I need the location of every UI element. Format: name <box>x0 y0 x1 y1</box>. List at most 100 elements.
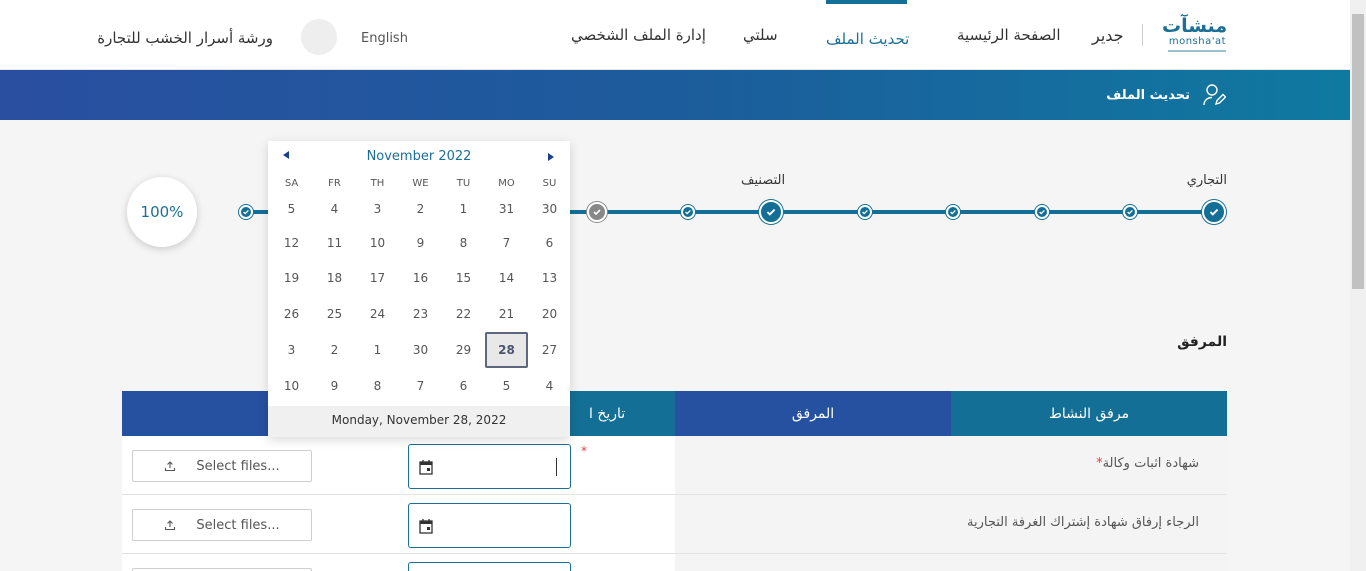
nav-update-profile[interactable]: تحديث الملف <box>826 30 909 48</box>
step-dot[interactable] <box>239 205 253 219</box>
datepicker-header: November 2022 <box>268 141 570 171</box>
calendar-day[interactable]: 12 <box>270 225 313 261</box>
calendar-day[interactable]: 7 <box>485 225 528 261</box>
calendar-day[interactable]: 14 <box>485 260 528 296</box>
step-dot[interactable] <box>1035 205 1049 219</box>
step-dot[interactable] <box>681 205 695 219</box>
progress-percent: 100% <box>127 177 197 247</box>
select-files-label: Select files... <box>196 517 280 533</box>
logo-arabic-text: منشآت <box>1162 15 1228 37</box>
calendar-day[interactable]: 9 <box>313 368 356 404</box>
page-title: تحديث الملف <box>1106 88 1190 103</box>
column-header-attachment: المرفق <box>675 391 951 436</box>
calendar-day[interactable]: 24 <box>356 296 399 332</box>
calendar-day[interactable]: 26 <box>270 296 313 332</box>
section-title: المرفق <box>1177 334 1227 350</box>
nav-jadeer[interactable]: جدير <box>1092 26 1124 45</box>
datepicker-today-footer[interactable]: Monday, November 28, 2022 <box>268 406 570 437</box>
select-files-button[interactable]: Select files... <box>132 509 312 541</box>
calendar-day-selected[interactable]: 28 <box>485 332 528 368</box>
table-row: الرجاء إرفاق شهادة إشتراك الغرفة التجاري… <box>122 495 1227 554</box>
date-input[interactable] <box>408 444 571 489</box>
nav-manage-profile[interactable]: إدارة الملف الشخصي <box>571 26 706 44</box>
next-month-icon[interactable] <box>548 153 554 161</box>
datepicker-title[interactable]: November 2022 <box>268 149 570 164</box>
calendar-day[interactable]: 10 <box>270 368 313 404</box>
row-label: شهادة اثبات وكالة* <box>1096 456 1199 471</box>
calendar-day[interactable]: 21 <box>485 296 528 332</box>
calendar-day[interactable]: 13 <box>528 260 571 296</box>
select-files-button[interactable]: Select files... <box>132 450 312 482</box>
calendar-day[interactable]: 4 <box>313 191 356 227</box>
step-dot-commercial[interactable] <box>1202 200 1226 224</box>
step-dot-classification[interactable] <box>759 200 783 224</box>
calendar-day[interactable]: 1 <box>442 191 485 227</box>
logo-divider <box>1142 24 1143 46</box>
calendar-day[interactable]: 25 <box>313 296 356 332</box>
scrollbar-thumb[interactable] <box>1352 14 1364 289</box>
calendar-day[interactable]: 9 <box>399 225 442 261</box>
calendar-day[interactable]: 11 <box>313 225 356 261</box>
calendar-day[interactable]: 1 <box>356 332 399 368</box>
weekday-header: SU <box>542 178 557 189</box>
calendar-day[interactable]: 18 <box>313 260 356 296</box>
calendar-day[interactable]: 4 <box>528 368 571 404</box>
calendar-day[interactable]: 5 <box>485 368 528 404</box>
calendar-day[interactable]: 6 <box>442 368 485 404</box>
step-label-commercial: التجاري <box>1186 173 1227 188</box>
step-dot[interactable] <box>1123 205 1137 219</box>
calendar-day[interactable]: 2 <box>313 332 356 368</box>
table-row: شهادة اثبات وكالة* * Select files... <box>122 436 1227 495</box>
calendar-icon[interactable] <box>419 518 433 534</box>
monshaat-logo[interactable]: منشآت monsha'at <box>1162 15 1228 56</box>
progress-line <box>570 210 1214 214</box>
calendar-day[interactable]: 27 <box>528 332 571 368</box>
calendar-day[interactable]: 6 <box>528 225 571 261</box>
calendar-day[interactable]: 22 <box>442 296 485 332</box>
calendar-day[interactable]: 30 <box>399 332 442 368</box>
calendar-day[interactable]: 19 <box>270 260 313 296</box>
calendar-day[interactable]: 15 <box>442 260 485 296</box>
calendar-day[interactable]: 3 <box>270 332 313 368</box>
calendar-day[interactable]: 17 <box>356 260 399 296</box>
datepicker-popup: November 2022 SA FR TH WE TU MO SU 5 4 3 2 1 31 30 12 1… <box>268 141 570 437</box>
calendar-day[interactable]: 10 <box>356 225 399 261</box>
organization-name[interactable]: ورشة أسرار الخشب للتجارة <box>97 29 273 47</box>
text-cursor <box>556 458 557 476</box>
calendar-day[interactable]: 2 <box>399 191 442 227</box>
calendar-day[interactable]: 8 <box>356 368 399 404</box>
calendar-day[interactable]: 5 <box>270 191 313 227</box>
calendar-day[interactable]: 20 <box>528 296 571 332</box>
calendar-day[interactable]: 31 <box>485 191 528 227</box>
row-label-text: شهادة اثبات وكالة <box>1102 456 1199 471</box>
calendar-day[interactable]: 16 <box>399 260 442 296</box>
row-shade <box>675 554 1227 571</box>
calendar-day[interactable]: 30 <box>528 191 571 227</box>
calendar-day[interactable]: 23 <box>399 296 442 332</box>
row-label: الرجاء إرفاق شهادة إشتراك الغرفة التجاري… <box>967 515 1199 530</box>
calendar-day[interactable]: 8 <box>442 225 485 261</box>
date-input[interactable] <box>408 562 571 571</box>
logo-english-text: monsha'at <box>1168 36 1226 47</box>
step-label-classification: التصنيف <box>741 173 786 188</box>
calendar-day[interactable]: 7 <box>399 368 442 404</box>
calendar-day[interactable]: 29 <box>442 332 485 368</box>
language-switch[interactable]: English <box>361 31 408 46</box>
avatar[interactable] <box>301 19 337 55</box>
table-row <box>122 554 1227 571</box>
step-dot[interactable] <box>946 205 960 219</box>
step-dot[interactable] <box>858 205 872 219</box>
calendar-icon[interactable] <box>419 459 433 475</box>
nav-active-indicator <box>826 0 907 4</box>
weekday-header: SA <box>284 178 299 189</box>
upload-icon <box>165 461 176 472</box>
weekday-header: TH <box>370 178 385 189</box>
step-dot-current[interactable] <box>587 202 607 222</box>
nav-home[interactable]: الصفحة الرئيسية <box>957 26 1061 44</box>
date-input[interactable] <box>408 503 571 548</box>
weekday-header: WE <box>412 178 429 189</box>
scrollbar[interactable] <box>1350 0 1366 571</box>
calendar-day[interactable]: 3 <box>356 191 399 227</box>
nav-my-basket[interactable]: سلتي <box>743 26 778 44</box>
weekday-header: TU <box>456 178 471 189</box>
